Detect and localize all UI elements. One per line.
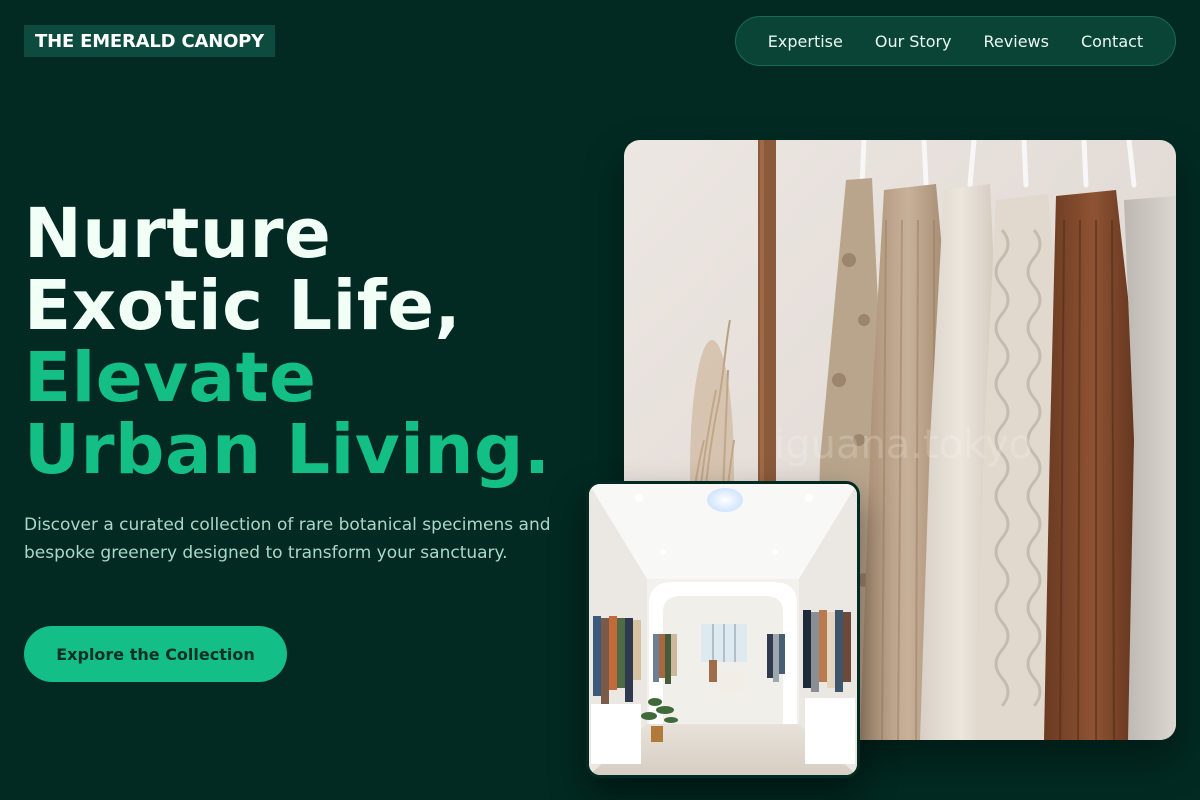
headline-line-4: Urban Living. — [24, 410, 551, 490]
headline-line-3: Elevate — [24, 338, 317, 418]
headline-line-2: Exotic Life, — [24, 266, 462, 346]
nav-link-expertise[interactable]: Expertise — [768, 32, 843, 51]
hero-description: Discover a curated collection of rare bo… — [24, 515, 551, 563]
nav-link-our-story[interactable]: Our Story — [875, 32, 952, 51]
nav-link-contact[interactable]: Contact — [1081, 32, 1143, 51]
hero-headline: Nurture Exotic Life, Elevate Urban Livin… — [24, 198, 551, 486]
nav-link-reviews[interactable]: Reviews — [984, 32, 1049, 51]
boutique-interior-image — [586, 481, 860, 778]
main-nav: Expertise Our Story Reviews Contact — [735, 16, 1176, 66]
brand-logo[interactable]: THE EMERALD CANOPY — [24, 25, 276, 57]
explore-collection-button[interactable]: Explore the Collection — [24, 626, 287, 682]
headline-line-1: Nurture — [24, 194, 332, 274]
svg-text:iguana.tokyo: iguana.tokyo — [774, 422, 1033, 468]
